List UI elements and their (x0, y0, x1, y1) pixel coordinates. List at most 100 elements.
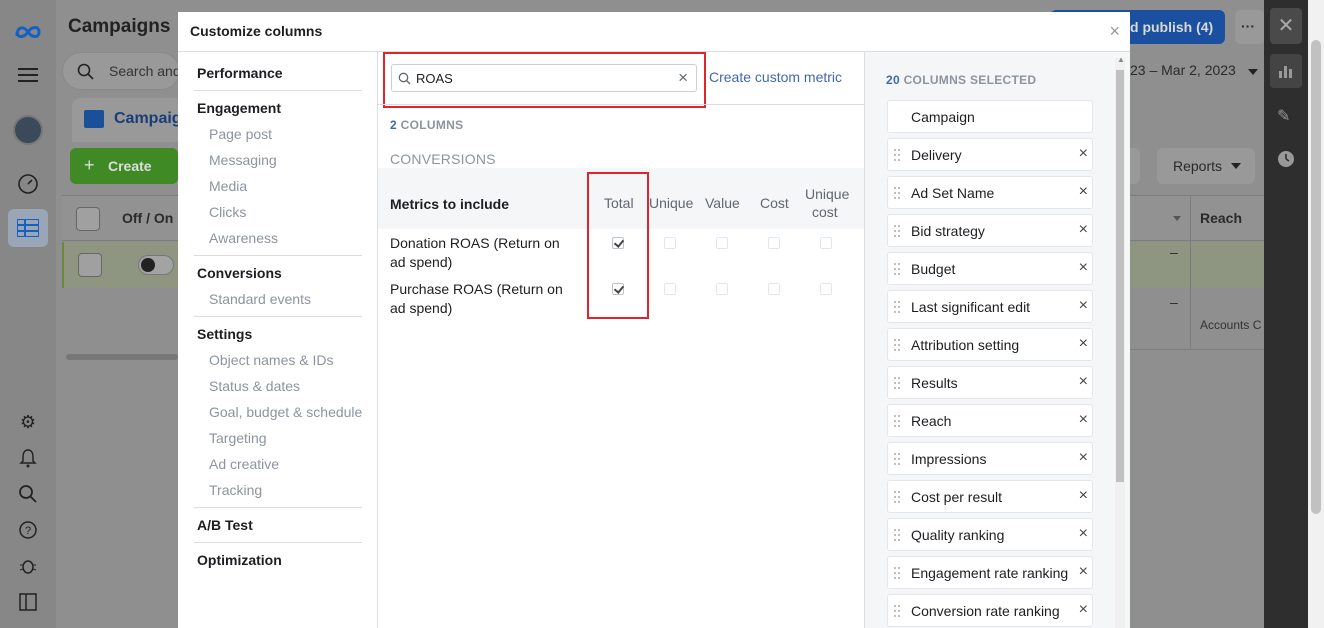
selected-column-item[interactable]: Ad Set Name × (887, 176, 1093, 209)
selected-column-item[interactable]: Impressions × (887, 442, 1093, 475)
settings-gear-icon[interactable]: ⚙ (12, 406, 44, 438)
clock-icon[interactable] (1277, 150, 1295, 173)
selected-column-item[interactable]: Budget × (887, 252, 1093, 285)
remove-column-icon[interactable]: × (1079, 183, 1088, 201)
selected-column-item[interactable]: Last significant edit × (887, 290, 1093, 323)
nav-targeting[interactable]: Targeting (209, 430, 267, 446)
selected-column-item[interactable]: Reach × (887, 404, 1093, 437)
drag-handle-icon[interactable] (894, 187, 902, 199)
nav-performance[interactable]: Performance (197, 65, 283, 81)
nav-clicks[interactable]: Clicks (209, 204, 246, 220)
bg-reports-button[interactable]: Reports (1157, 148, 1255, 184)
bg-more-button[interactable]: ··· (1235, 10, 1265, 44)
create-custom-metric-link[interactable]: Create custom metric (709, 69, 842, 85)
unique-cost-checkbox[interactable] (820, 237, 832, 249)
selected-column-item[interactable]: Attribution setting × (887, 328, 1093, 361)
menu-icon[interactable] (12, 59, 44, 91)
chart-icon[interactable] (1270, 54, 1302, 88)
remove-column-icon[interactable]: × (1079, 221, 1088, 239)
unique-checkbox[interactable] (664, 237, 676, 249)
search-icon[interactable] (12, 478, 44, 510)
nav-status-dates[interactable]: Status & dates (209, 378, 300, 394)
nav-ad-creative[interactable]: Ad creative (209, 456, 279, 472)
selected-column-label: Reach (911, 413, 952, 429)
drag-handle-icon[interactable] (894, 605, 902, 617)
nav-standard-events[interactable]: Standard events (209, 291, 311, 307)
sidebar-toggle-icon[interactable] (12, 586, 44, 618)
remove-column-icon[interactable]: × (1079, 487, 1088, 505)
page-scrollbar[interactable] (1308, 0, 1324, 628)
bell-icon[interactable] (12, 442, 44, 474)
bg-row-checkbox[interactable] (78, 253, 102, 277)
drag-handle-icon[interactable] (894, 377, 902, 389)
nav-goal-budget-schedule[interactable]: Goal, budget & schedule (209, 404, 362, 420)
remove-column-icon[interactable]: × (1079, 601, 1088, 619)
drag-handle-icon[interactable] (894, 225, 902, 237)
unique-cost-checkbox[interactable] (820, 283, 832, 295)
dashboard-gauge-icon[interactable] (12, 168, 44, 200)
bg-create-button[interactable]: + Create (70, 148, 178, 184)
page-scrollbar-thumb[interactable] (1311, 40, 1321, 514)
selected-list-scrollbar-thumb[interactable] (1116, 70, 1124, 482)
nav-awareness[interactable]: Awareness (209, 230, 278, 246)
remove-column-icon[interactable]: × (1079, 449, 1088, 467)
bg-toggle[interactable] (138, 255, 174, 275)
bg-select-all-checkbox[interactable] (76, 207, 100, 231)
selected-column-item[interactable]: Bid strategy × (887, 214, 1093, 247)
bg-date-range[interactable]: 23 – Mar 2, 2023 (1130, 62, 1236, 78)
selected-column-item[interactable]: Quality ranking × (887, 518, 1093, 551)
remove-column-icon[interactable]: × (1079, 297, 1088, 315)
nav-page-post[interactable]: Page post (209, 126, 272, 142)
folder-icon (84, 110, 104, 128)
close-icon[interactable]: ✕ (1270, 8, 1302, 44)
remove-column-icon[interactable]: × (1079, 525, 1088, 543)
value-checkbox[interactable] (716, 283, 728, 295)
cost-checkbox[interactable] (768, 237, 780, 249)
remove-column-icon[interactable]: × (1079, 145, 1088, 163)
remove-column-icon[interactable]: × (1079, 563, 1088, 581)
drag-handle-icon[interactable] (894, 491, 902, 503)
nav-messaging[interactable]: Messaging (209, 152, 277, 168)
avatar[interactable] (12, 114, 44, 146)
bg-campaign-tab-label: Campaig (114, 110, 182, 127)
meta-logo-icon[interactable] (12, 16, 44, 48)
nav-ab-test[interactable]: A/B Test (197, 517, 253, 533)
drag-handle-icon[interactable] (894, 567, 902, 579)
campaigns-table-icon[interactable] (8, 209, 48, 247)
remove-column-icon[interactable]: × (1079, 373, 1088, 391)
value-checkbox[interactable] (716, 237, 728, 249)
selected-column-item[interactable]: Results × (887, 366, 1093, 399)
selected-column-item[interactable]: Delivery × (887, 138, 1093, 171)
edit-pencil-icon[interactable]: ✎ (1277, 106, 1290, 126)
help-icon[interactable]: ? (12, 514, 44, 546)
drag-handle-icon[interactable] (894, 415, 902, 427)
drag-handle-icon[interactable] (894, 339, 902, 351)
drag-handle-icon[interactable] (894, 149, 902, 161)
drag-handle-icon[interactable] (894, 529, 902, 541)
bg-campaign-tab[interactable]: Campaig (72, 98, 182, 142)
bg-horizontal-scrollbar[interactable] (66, 354, 178, 360)
selected-column-item[interactable]: Engagement rate ranking × (887, 556, 1093, 589)
selected-column-item[interactable]: Campaign (887, 100, 1093, 133)
nav-engagement[interactable]: Engagement (197, 100, 281, 116)
nav-tracking[interactable]: Tracking (209, 482, 262, 498)
nav-settings[interactable]: Settings (197, 326, 252, 342)
remove-column-icon[interactable]: × (1079, 335, 1088, 353)
selected-list-scrollbar[interactable]: ▲ (1115, 56, 1125, 628)
nav-object-names-ids[interactable]: Object names & IDs (209, 352, 334, 368)
remove-column-icon[interactable]: × (1079, 411, 1088, 429)
dialog-close-icon[interactable]: × (1109, 21, 1120, 42)
cost-checkbox[interactable] (768, 283, 780, 295)
nav-optimization[interactable]: Optimization (197, 552, 282, 568)
nav-media[interactable]: Media (209, 178, 247, 194)
selected-column-item[interactable]: Conversion rate ranking × (887, 594, 1093, 627)
remove-column-icon[interactable]: × (1079, 259, 1088, 277)
drag-handle-icon[interactable] (894, 453, 902, 465)
drag-handle-icon[interactable] (894, 263, 902, 275)
bug-icon[interactable] (12, 550, 44, 582)
drag-handle-icon[interactable] (894, 301, 902, 313)
unique-checkbox[interactable] (664, 283, 676, 295)
bg-search[interactable]: Search and (62, 52, 181, 90)
selected-column-item[interactable]: Cost per result × (887, 480, 1093, 513)
nav-conversions[interactable]: Conversions (197, 265, 282, 281)
